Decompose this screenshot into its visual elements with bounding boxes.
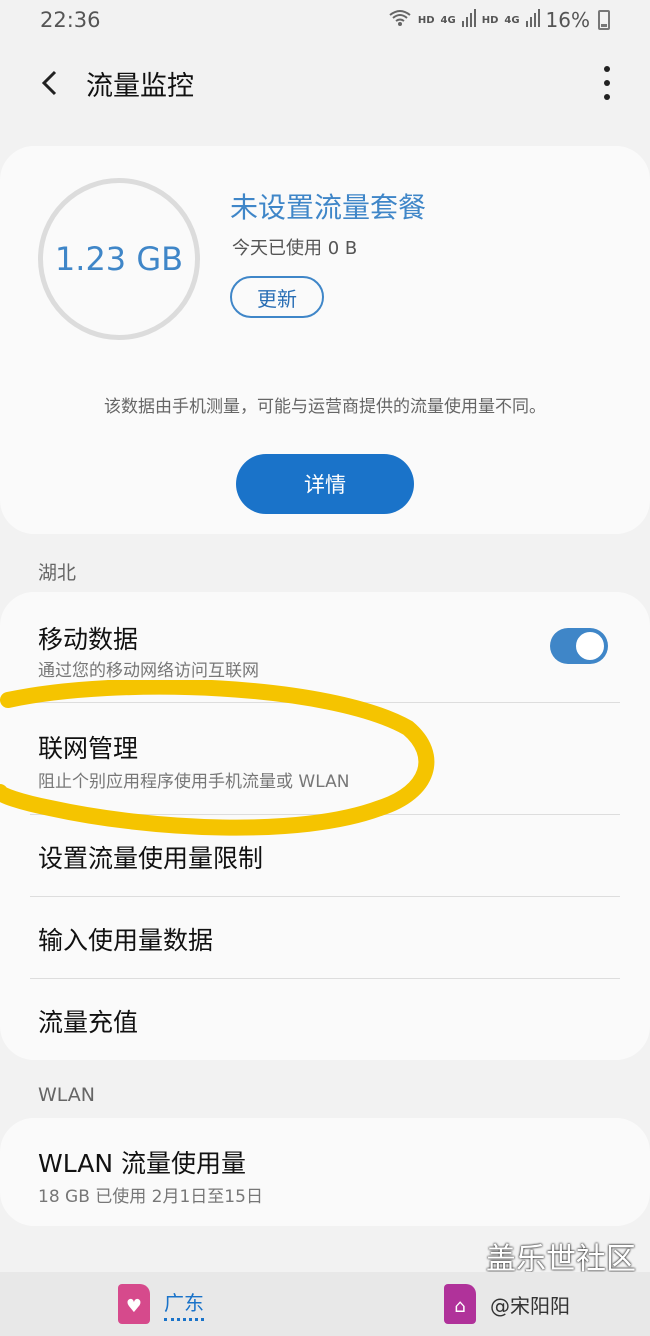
page-title: 流量监控: [86, 70, 194, 102]
hd-badge-2: HD: [481, 14, 499, 26]
row-title: 移动数据: [38, 625, 139, 654]
toggle-knob: [574, 630, 606, 662]
battery-percent: 16%: [545, 8, 590, 32]
chevron-left-icon: [41, 70, 57, 96]
back-button[interactable]: [30, 63, 70, 103]
sim2-label: @宋阳阳: [490, 1293, 570, 1318]
more-dot-icon: [604, 94, 610, 100]
status-bar: 22:36 HD 4G HD 4G 16%: [0, 0, 650, 40]
sim-section-label: 湖北: [38, 562, 77, 584]
app-bar: 流量监控: [0, 48, 650, 118]
mobile-data-row[interactable]: 移动数据 通过您的移动网络访问互联网: [0, 592, 650, 702]
signal-icon-2: [525, 8, 540, 32]
wlan-section-label: WLAN: [38, 1084, 96, 1106]
status-icons: HD 4G HD 4G 16%: [388, 8, 610, 32]
sim-heart-icon: ♥: [118, 1284, 150, 1324]
sim1-label: 广东: [164, 1287, 204, 1321]
today-usage: 今天已使用 0 B: [232, 238, 358, 259]
row-title: 输入使用量数据: [38, 926, 214, 955]
network-type-1: 4G: [440, 14, 456, 26]
refresh-button[interactable]: 更新: [230, 276, 324, 318]
details-button[interactable]: 详情: [236, 454, 414, 514]
row-title: 设置流量使用量限制: [38, 844, 264, 873]
mobile-settings-card: 移动数据 通过您的移动网络访问互联网 联网管理 阻止个别应用程序使用手机流量或 …: [0, 592, 650, 1060]
usage-total: 1.23 GB: [54, 240, 184, 278]
row-subtitle: 通过您的移动网络访问互联网: [38, 661, 259, 681]
row-title: 联网管理: [38, 734, 139, 763]
battery-icon: [598, 10, 610, 30]
wlan-usage-title: WLAN 流量使用量: [38, 1149, 246, 1178]
input-usage-row[interactable]: 输入使用量数据: [0, 897, 650, 977]
usage-ring: 1.23 GB: [38, 178, 200, 340]
more-dot-icon: [604, 80, 610, 86]
usage-card: 1.23 GB 未设置流量套餐 今天已使用 0 B 更新 该数据由手机测量，可能…: [0, 146, 650, 534]
row-subtitle: 阻止个别应用程序使用手机流量或 WLAN: [38, 772, 350, 792]
network-type-2: 4G: [504, 14, 520, 26]
status-time: 22:36: [40, 8, 101, 32]
sim-selector-bar: ♥ 广东 ⌂ @宋阳阳: [0, 1272, 650, 1336]
wifi-icon: [388, 8, 412, 32]
sim1-tab[interactable]: ♥ 广东: [118, 1284, 204, 1324]
signal-icon-1: [461, 8, 476, 32]
more-dot-icon: [604, 66, 610, 72]
hd-badge-1: HD: [417, 14, 435, 26]
more-options-button[interactable]: [600, 66, 614, 100]
data-limit-row[interactable]: 设置流量使用量限制: [0, 815, 650, 895]
usage-disclaimer: 该数据由手机测量，可能与运营商提供的流量使用量不同。: [104, 397, 546, 417]
sim-home-icon: ⌂: [444, 1284, 476, 1324]
sim2-tab[interactable]: ⌂ @宋阳阳: [444, 1284, 570, 1324]
data-recharge-row[interactable]: 流量充值: [0, 979, 650, 1059]
plan-title-link[interactable]: 未设置流量套餐: [230, 186, 426, 226]
row-title: 流量充值: [38, 1008, 139, 1037]
wlan-card[interactable]: WLAN 流量使用量 18 GB 已使用 2月1日至15日: [0, 1118, 650, 1226]
wlan-usage-subtitle: 18 GB 已使用 2月1日至15日: [38, 1187, 263, 1207]
mobile-data-toggle[interactable]: [550, 628, 608, 664]
network-management-row[interactable]: 联网管理 阻止个别应用程序使用手机流量或 WLAN: [0, 703, 650, 813]
